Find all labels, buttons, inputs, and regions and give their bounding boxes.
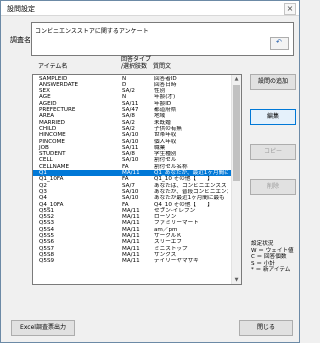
status-title: 設定状況 bbox=[251, 241, 274, 247]
settings-status-legend: 設定状況 W ＝ ウェイト値 C ＝ 回答個数 S ＝ 小計 * ＝ 新アイテム bbox=[251, 241, 294, 274]
scroll-down-icon[interactable]: ▼ bbox=[232, 276, 241, 284]
survey-name-label: 調査名 bbox=[10, 36, 31, 44]
close-button[interactable]: 閉じる bbox=[239, 320, 293, 336]
title-bar: 設問設定 × bbox=[1, 1, 299, 16]
status-line-c: C ＝ 回答個数 bbox=[251, 254, 287, 261]
close-icon[interactable]: × bbox=[284, 3, 296, 15]
add-question-button[interactable]: 設問の追加 bbox=[250, 74, 296, 90]
column-header-question: 質問文 bbox=[153, 63, 172, 70]
scroll-up-icon[interactable]: ▲ bbox=[232, 75, 241, 83]
window-title: 設問設定 bbox=[7, 5, 35, 13]
edit-button[interactable]: 編集 bbox=[250, 109, 296, 125]
scroll-thumb[interactable] bbox=[233, 85, 240, 181]
survey-name-value: コンビニエンスストアに関するアンケート bbox=[35, 28, 149, 35]
column-header-item: アイテム名 bbox=[38, 63, 68, 70]
item-name: Q5S9 bbox=[39, 258, 55, 265]
question-text: デイリーヤマザキ bbox=[154, 258, 199, 265]
dialog-window: 設問設定 × 調査名 コンビニエンスストアに関するアンケート ↶ アイテム名 回… bbox=[0, 0, 300, 343]
question-list[interactable]: SAMPLEID N 回答者ID ANSWERDATE D 回答日時 SEX SA/2 性別 AG… bbox=[32, 74, 242, 285]
undo-icon: ↶ bbox=[276, 38, 282, 46]
answer-type: MA/11 bbox=[122, 258, 140, 265]
status-line-new: * ＝ 新アイテム bbox=[251, 267, 291, 274]
copy-button[interactable]: コピー bbox=[250, 144, 296, 160]
column-header-type: 回答タイプ /選択肢数 bbox=[121, 56, 152, 70]
list-scrollbar[interactable]: ▲ ▼ bbox=[231, 75, 241, 284]
survey-name-field[interactable]: コンビニエンスストアに関するアンケート ↶ bbox=[31, 22, 294, 56]
delete-button[interactable]: 削除 bbox=[250, 179, 296, 195]
undo-button[interactable]: ↶ bbox=[270, 37, 289, 50]
list-item[interactable]: Q5S9 MA/11 デイリーヤマザキ bbox=[33, 258, 231, 264]
excel-export-button[interactable]: Excel調査票出力 bbox=[11, 320, 75, 336]
